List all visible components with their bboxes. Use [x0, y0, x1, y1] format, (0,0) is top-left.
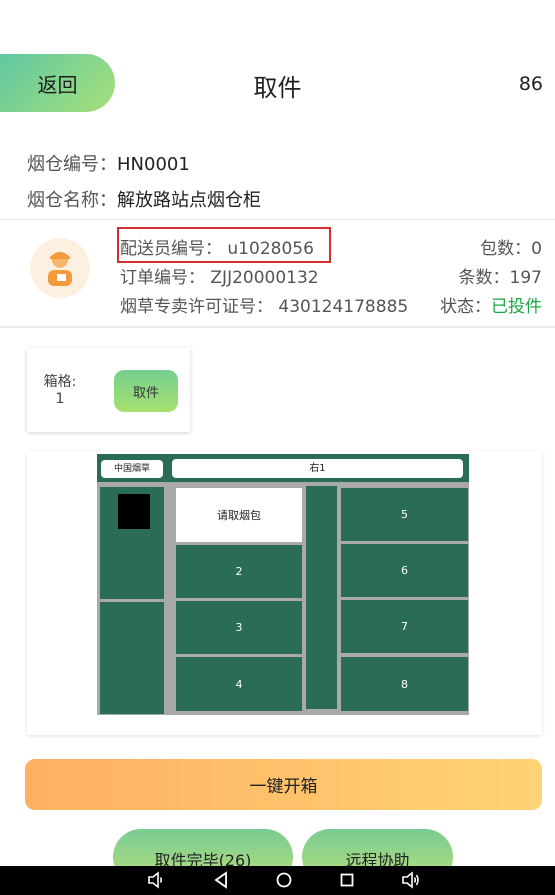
cabinet-header: 中国烟草 右1 — [97, 454, 469, 482]
cabinet-cell[interactable]: 2 — [176, 545, 302, 598]
bags-value: 0 — [531, 239, 542, 259]
cabinet-screen — [118, 494, 150, 529]
system-nav-bar — [0, 866, 555, 895]
volume-up-icon[interactable] — [401, 870, 421, 890]
cabinet-name-value: 解放路站点烟仓柜 — [117, 190, 261, 211]
box-number: 1 — [55, 391, 65, 407]
box-card: 箱格: 1 取件 — [27, 348, 190, 432]
courier-person-icon — [48, 252, 72, 286]
open-all-button[interactable]: 一键开箱 — [25, 759, 542, 810]
status-row: 状态：已投件 — [440, 292, 542, 317]
items-label: 条数： — [458, 268, 510, 288]
box-label: 箱格: — [43, 374, 77, 390]
items-value: 197 — [509, 268, 542, 288]
status-label: 状态： — [440, 297, 491, 317]
volume-down-icon[interactable] — [146, 870, 166, 890]
courier-avatar — [30, 238, 90, 298]
cabinet-cell[interactable]: 7 — [341, 600, 468, 653]
take-item-button[interactable]: 取件 — [114, 370, 178, 412]
cabinet-name-label: 烟仓名称： — [27, 190, 117, 211]
cabinet-cell[interactable]: 4 — [176, 657, 302, 711]
cabinet-cell[interactable]: 8 — [341, 657, 468, 711]
license-row: 烟草专卖许可证号： 430124178885 — [120, 292, 408, 317]
cabinet-code-value: HN0001 — [117, 154, 190, 175]
order-value: ZJJ20000132 — [210, 268, 319, 288]
order-row: 订单编号： ZJJ20000132 — [120, 263, 319, 288]
back-button-label: 返回 — [37, 72, 78, 97]
cabinet-name-row: 烟仓名称：解放路站点烟仓柜 — [27, 186, 261, 212]
divider — [0, 219, 555, 220]
cabinet-cell[interactable]: 5 — [341, 488, 468, 541]
cabinet-cell[interactable]: 6 — [341, 544, 468, 597]
box-label-group: 箱格: 1 — [35, 374, 85, 408]
cabinet-brand-tab: 中国烟草 — [101, 460, 163, 478]
items-row: 条数：197 — [459, 263, 542, 288]
bags-row: 包数：0 — [480, 234, 542, 259]
back-triangle-icon[interactable] — [211, 870, 231, 890]
cabinet-diagram: 中国烟草 右1 请取烟包 2 3 4 5 6 7 8 — [97, 454, 469, 715]
order-label: 订单编号： — [120, 268, 205, 288]
cabinet-cell-prompt[interactable]: 请取烟包 — [176, 488, 302, 542]
back-button[interactable]: 返回 — [0, 54, 115, 112]
cabinet-code-row: 烟仓编号：HN0001 — [27, 150, 190, 176]
status-value: 已投件 — [491, 297, 542, 317]
take-item-label: 取件 — [132, 385, 159, 401]
cabinet-center-divider — [306, 486, 337, 709]
home-circle-icon[interactable] — [274, 870, 294, 890]
license-value: 430124178885 — [278, 297, 409, 317]
license-label: 烟草专卖许可证号： — [120, 297, 273, 317]
divider — [0, 326, 555, 328]
recents-square-icon[interactable] — [337, 870, 357, 890]
cabinet-diagram-card: 中国烟草 右1 请取烟包 2 3 4 5 6 7 8 — [27, 451, 542, 735]
cabinet-side-tab: 右1 — [172, 459, 463, 478]
cabinet-lower-panel — [100, 602, 164, 714]
bags-label: 包数： — [480, 239, 532, 259]
countdown-timer: 86 — [518, 73, 543, 95]
courier-id-highlight — [117, 227, 331, 263]
cabinet-code-label: 烟仓编号： — [27, 154, 117, 175]
open-all-label: 一键开箱 — [249, 777, 318, 797]
cabinet-cell[interactable]: 3 — [176, 601, 302, 654]
